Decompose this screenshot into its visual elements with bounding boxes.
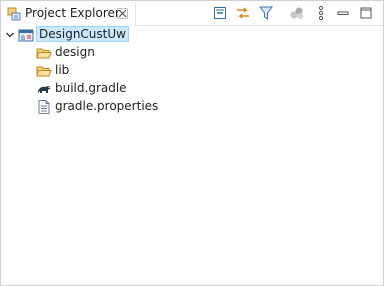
folder-icon [36,48,52,59]
close-icon[interactable] [117,8,128,19]
tab-project-explorer[interactable]: Project Explorer [2,2,136,25]
view-menu-icon[interactable] [313,5,329,21]
view-tab-bar: Project Explorer [1,1,383,26]
minimize-icon[interactable] [335,5,351,21]
gradle-project-icon: B [18,29,34,42]
focus-on-active-task-icon[interactable] [289,5,305,21]
tree-item-label: lib [55,63,70,77]
tree-item-label: DesignCustUw [36,26,129,42]
maximize-icon[interactable] [358,5,374,21]
properties-file-icon [38,100,50,114]
gradle-file-icon [38,85,51,93]
collapse-all-icon[interactable] [212,5,228,21]
filter-icon[interactable] [258,5,274,21]
tree-item-label: build.gradle [55,81,127,95]
view-title: Project Explorer [25,6,120,20]
tree-item-label: design [55,45,95,59]
folder-icon [36,66,52,77]
link-with-editor-icon[interactable] [235,5,251,21]
project-explorer-icon [7,7,21,21]
svg-text:B: B [21,35,25,42]
project-explorer-view: Project Explorer B DesignCustUw design l… [0,0,384,286]
chevron-down-icon[interactable] [5,30,15,40]
tree-item-label: gradle.properties [55,99,159,113]
project-tree: B DesignCustUw design lib build.gradle g… [1,25,383,285]
